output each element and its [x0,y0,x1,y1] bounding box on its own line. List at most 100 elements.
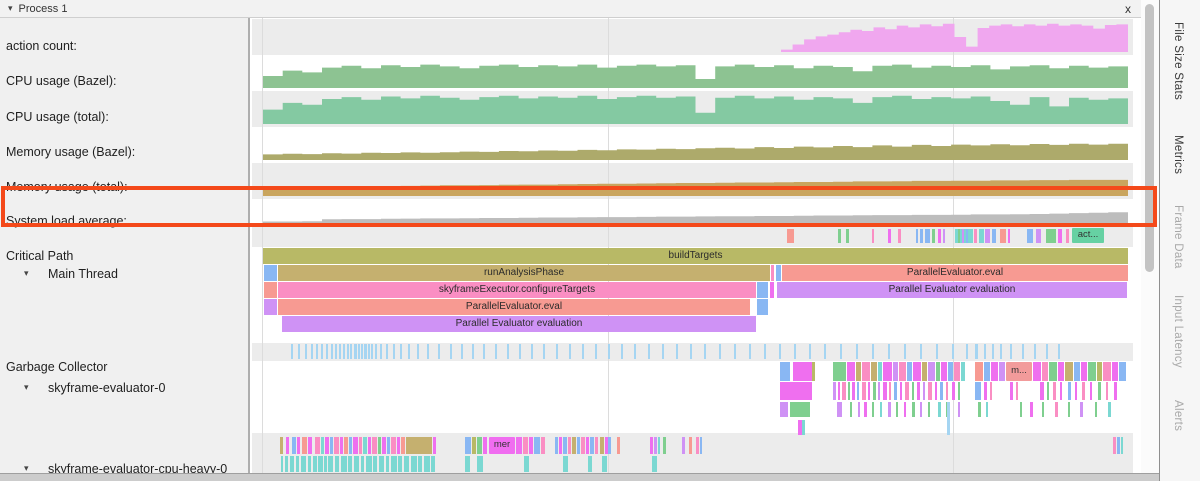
trace-slice[interactable] [947,402,950,435]
collapse-triangle-icon[interactable]: ▾ [24,268,29,279]
trace-slice[interactable] [1090,382,1092,400]
trace-slice[interactable] [946,382,948,400]
trace-slice[interactable] [372,437,377,454]
trace-tick[interactable] [311,344,313,359]
trace-slice[interactable] [588,456,592,472]
trace-slice[interactable] [382,437,386,454]
trace-tick[interactable] [326,344,328,359]
trace-slice[interactable] [862,362,870,381]
trace-tick[interactable] [734,344,736,359]
trace-slice[interactable] [899,362,906,381]
trace-slice[interactable] [354,456,359,472]
trace-tick[interactable] [343,344,345,359]
trace-slice[interactable] [285,456,288,472]
trace-slice[interactable] [264,299,277,315]
trace-slice[interactable] [433,437,436,454]
trace-slice[interactable] [780,382,812,400]
collapse-triangle-icon[interactable]: ▾ [8,3,13,14]
track-label-skyframe-evaluator-0[interactable]: ▾ skyframe-evaluator-0 [48,381,165,395]
trace-slice[interactable] [602,456,607,472]
trace-slice[interactable] [361,456,364,472]
trace-slice[interactable] [905,382,909,400]
trace-slice[interactable] [600,437,604,454]
trace-tick[interactable] [824,344,826,359]
trace-tick[interactable] [472,344,474,359]
counter-chart-cpu_bazel[interactable] [263,58,1128,88]
trace-slice[interactable] [928,362,935,381]
counter-chart-mem_total[interactable] [263,170,1128,196]
trace-slice[interactable] [313,456,317,472]
trace-slice[interactable] [379,456,384,472]
trace-slice[interactable] [961,362,965,381]
trace-slice[interactable] [1106,382,1108,400]
trace-slice[interactable] [586,437,589,454]
trace-slice[interactable] [652,456,657,472]
trace-slice[interactable] [1088,362,1096,381]
trace-tick[interactable] [569,344,571,359]
trace-slice[interactable] [541,437,545,454]
trace-tick[interactable] [920,344,922,359]
trace-tick[interactable] [966,344,968,359]
trace-tick[interactable] [1046,344,1048,359]
trace-slice[interactable] [904,402,906,417]
trace-slice[interactable] [534,437,540,454]
trace-slice[interactable] [418,456,422,472]
trace-tick[interactable] [904,344,906,359]
trace-tick[interactable] [417,344,419,359]
trace-slice[interactable] [1119,362,1126,381]
trace-tick[interactable] [794,344,796,359]
trace-tick[interactable] [764,344,766,359]
trace-tick[interactable] [648,344,650,359]
trace-slice[interactable] [920,229,923,243]
counter-chart-mem_bazel[interactable] [263,132,1128,160]
trace-tick[interactable] [321,344,323,359]
trace-slice[interactable] [771,265,774,281]
trace-slice[interactable] [650,437,653,454]
trace-tick[interactable] [888,344,890,359]
trace-slice[interactable] [880,402,882,417]
trace-slice[interactable] [1042,402,1044,417]
trace-slice[interactable] [378,437,381,454]
trace-tick[interactable] [291,344,293,359]
trace-slice[interactable] [1055,402,1058,417]
track-label-main-thread[interactable]: ▾ Main Thread [48,267,118,281]
trace-tick[interactable] [375,344,377,359]
trace-tick[interactable] [316,344,318,359]
trace-slice[interactable] [868,382,870,400]
trace-slice[interactable] [1060,382,1062,400]
trace-slice[interactable] [780,402,788,417]
trace-slice[interactable] [404,456,409,472]
trace-slice[interactable] [999,362,1005,381]
trace-slice[interactable] [411,456,417,472]
trace-slice[interactable] [893,362,898,381]
trace-slice[interactable] [1068,402,1070,417]
trace-tick[interactable] [984,344,986,359]
trace-slice[interactable] [1020,402,1022,417]
sidebar-tab-frame-data[interactable]: Frame Data [1172,205,1184,269]
trace-slice[interactable] [559,437,562,454]
trace-slice[interactable] [406,437,432,454]
timeline-track-area[interactable]: act...buildTargetsrunAnalysisPhaseParall… [252,18,1133,473]
trace-slice[interactable] [787,229,794,243]
trace-slice[interactable]: skyframeExecutor.configureTargets [278,282,756,298]
trace-slice[interactable] [391,456,397,472]
trace-slice[interactable] [925,229,930,243]
trace-tick[interactable] [676,344,678,359]
trace-slice[interactable] [387,437,390,454]
trace-slice[interactable] [1065,362,1073,381]
trace-slice[interactable] [846,229,849,243]
process-header[interactable]: ▾ Process 1 x [0,0,1141,18]
trace-slice[interactable] [1082,382,1085,400]
trace-slice[interactable] [850,402,852,417]
trace-slice[interactable] [563,456,568,472]
trace-slice[interactable] [1121,437,1123,454]
trace-tick[interactable] [936,344,938,359]
trace-slice[interactable] [857,382,859,400]
trace-slice[interactable] [1008,229,1010,243]
trace-tick[interactable] [400,344,402,359]
trace-slice[interactable] [978,402,981,417]
trace-slice[interactable] [397,437,400,454]
trace-slice[interactable] [1114,382,1117,400]
trace-slice[interactable] [315,437,320,454]
trace-slice[interactable] [363,437,367,454]
